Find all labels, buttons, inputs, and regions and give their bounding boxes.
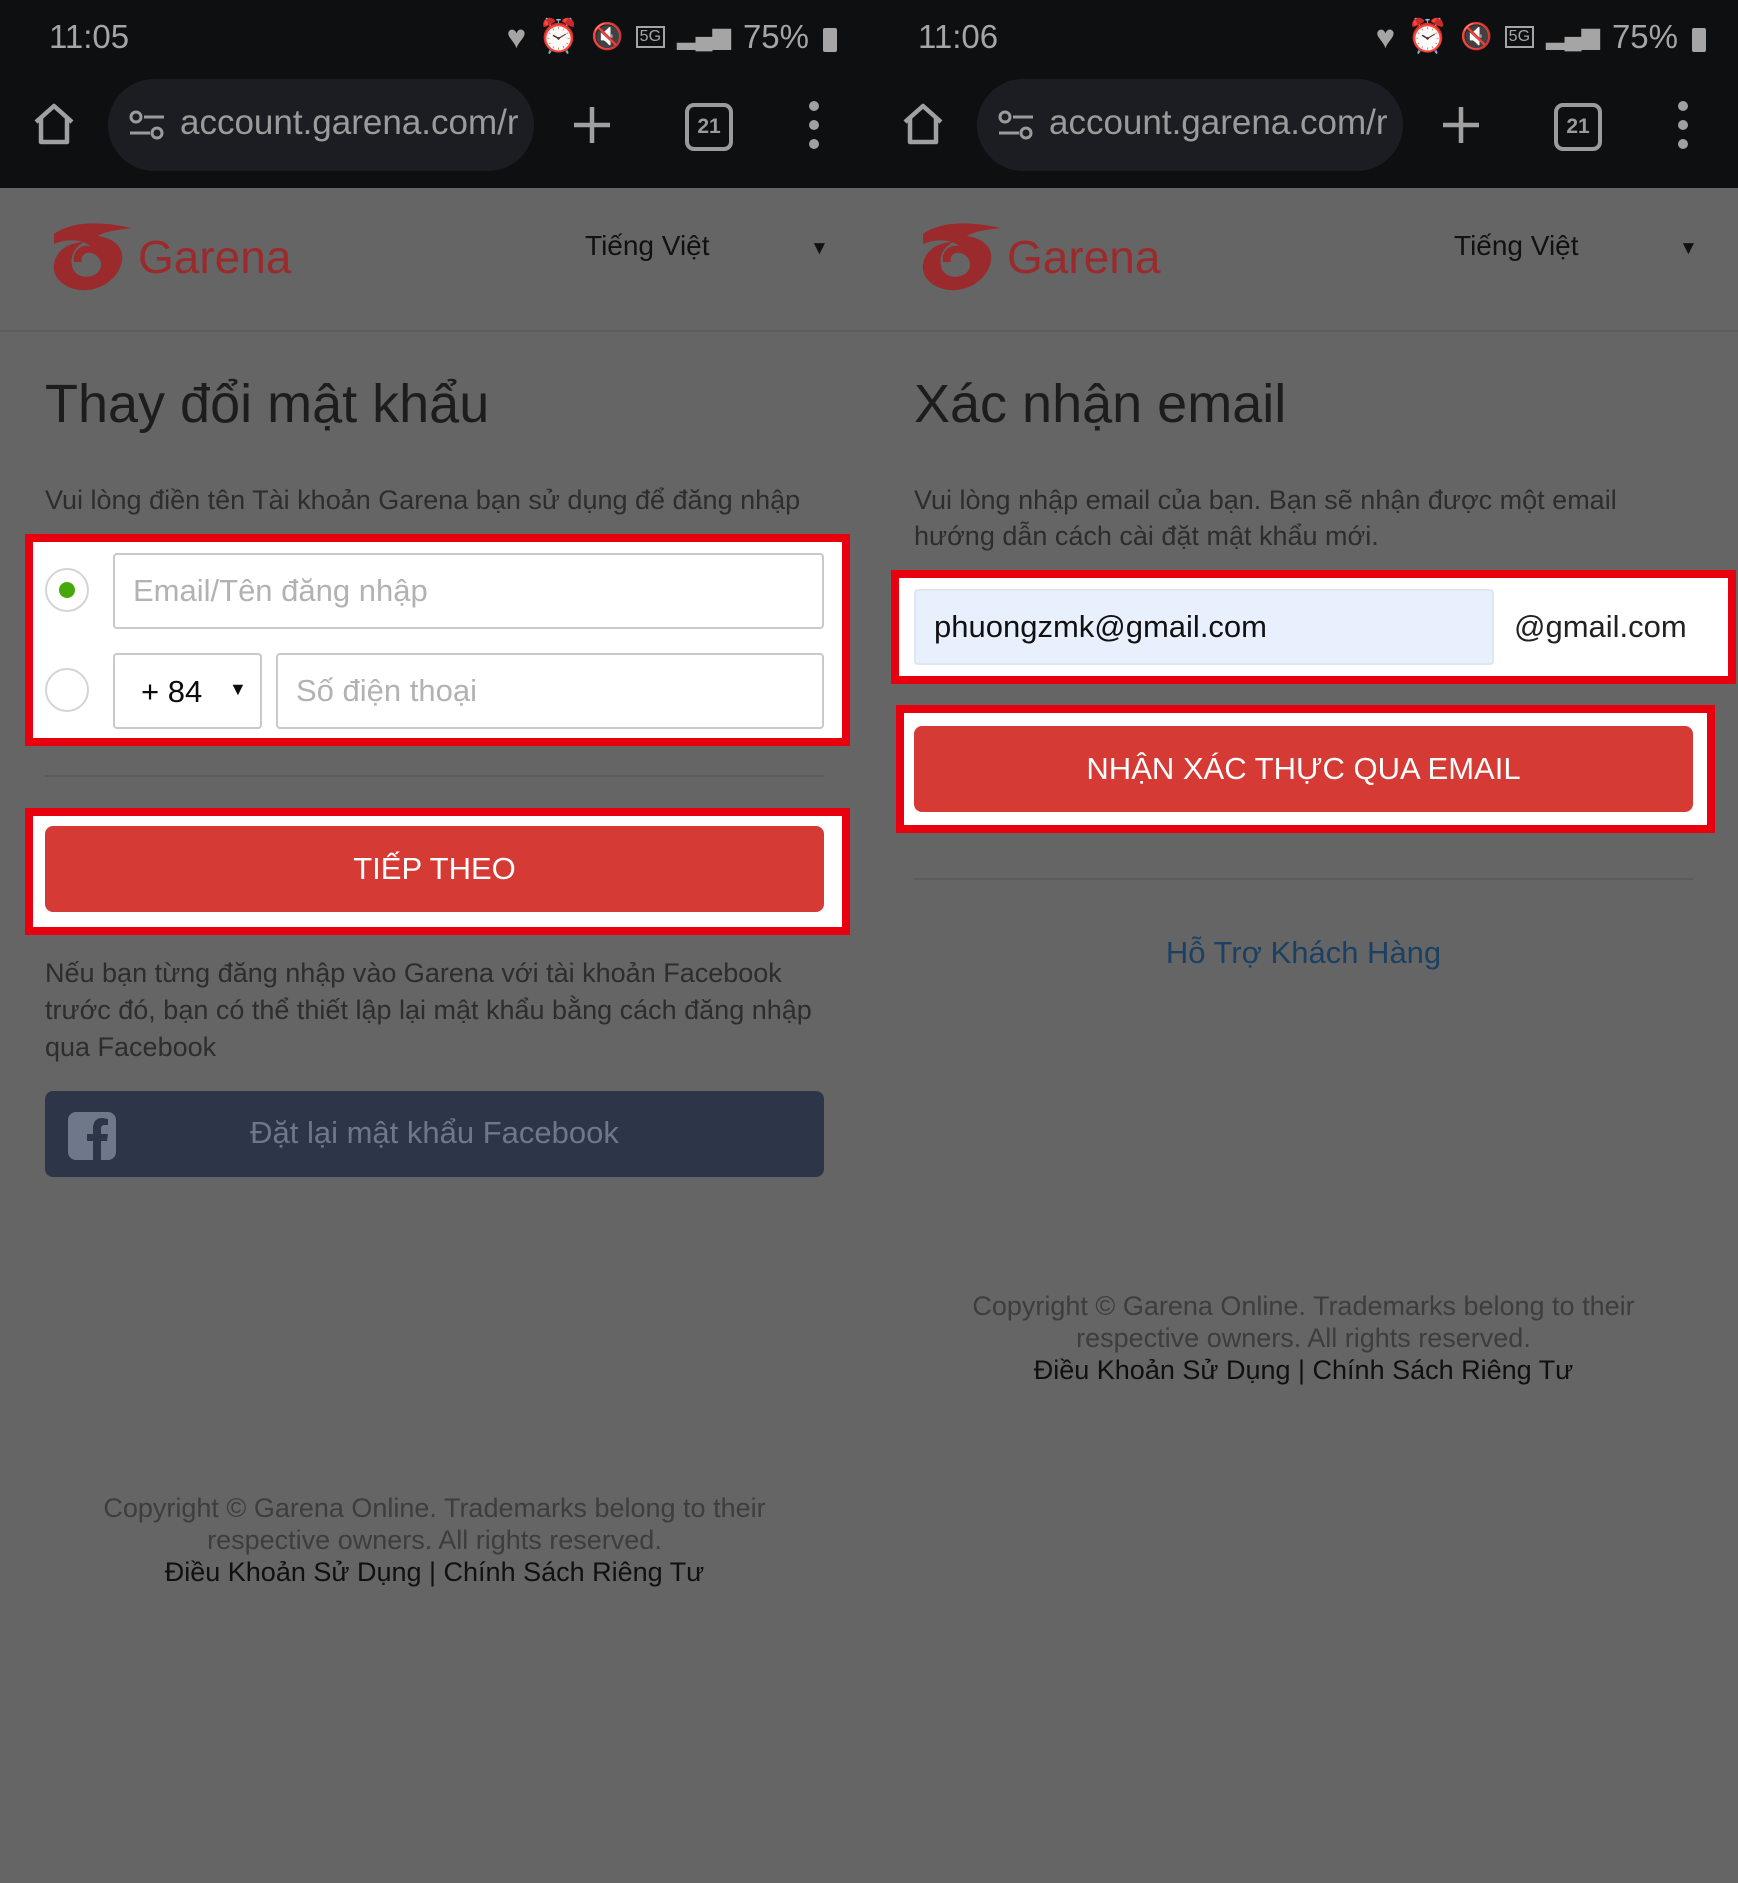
more-menu-icon[interactable] bbox=[1674, 99, 1692, 151]
page-description: Vui lòng điền tên Tài khoản Garena bạn s… bbox=[45, 485, 801, 515]
tab-switcher-button[interactable]: 21 bbox=[1554, 103, 1602, 151]
heart-icon: ♥ bbox=[506, 17, 527, 55]
email-radio[interactable] bbox=[45, 568, 89, 612]
footer-links: Điều Khoản Sử Dụng | Chính Sách Riêng Tư bbox=[869, 1354, 1738, 1386]
facebook-reset-button[interactable]: Đặt lại mật khẩu Facebook bbox=[45, 1091, 824, 1177]
site-settings-icon[interactable] bbox=[997, 109, 1035, 141]
browser-toolbar: account.garena.com/r 21 bbox=[0, 76, 869, 188]
phone-radio[interactable] bbox=[45, 668, 89, 712]
footer-separator: | bbox=[1290, 1355, 1313, 1385]
left-screenshot: 11:05 ♥ ⏰ 🔇 5G ▂▄▆ 75% account.garena.co… bbox=[0, 0, 869, 1883]
battery-icon bbox=[1692, 27, 1706, 52]
divider bbox=[45, 775, 824, 777]
next-button[interactable]: TIẾP THEO bbox=[45, 826, 824, 912]
battery-percent: 75% bbox=[1611, 17, 1678, 55]
language-select[interactable]: Tiếng Việt bbox=[1454, 230, 1579, 262]
copyright-line2: respective owners. All rights reserved. bbox=[207, 1525, 662, 1555]
radio-selected-dot bbox=[59, 582, 75, 598]
more-menu-icon[interactable] bbox=[805, 99, 823, 151]
phone-input[interactable]: Số điện thoại bbox=[276, 653, 824, 729]
country-code-select[interactable]: + 84 ▼ bbox=[113, 653, 262, 729]
customer-support-link[interactable]: Hỗ Trợ Khách Hàng bbox=[869, 935, 1738, 971]
status-icons: ♥ ⏰ 🔇 5G ▂▄▆ 75% bbox=[1376, 17, 1706, 56]
url-text: account.garena.com/r bbox=[180, 103, 519, 142]
copyright-line2: respective owners. All rights reserved. bbox=[1076, 1323, 1531, 1353]
language-select[interactable]: Tiếng Việt bbox=[585, 230, 710, 262]
mute-icon: 🔇 bbox=[591, 21, 624, 51]
country-code-value: + 84 bbox=[141, 674, 203, 709]
footer-links: Điều Khoản Sử Dụng | Chính Sách Riêng Tư bbox=[0, 1556, 869, 1588]
dropdown-arrow-icon[interactable]: ▼ bbox=[1679, 238, 1698, 260]
garena-dragon-icon bbox=[53, 223, 132, 291]
privacy-link[interactable]: Chính Sách Riêng Tư bbox=[1313, 1355, 1574, 1385]
new-tab-icon[interactable] bbox=[1439, 103, 1483, 147]
email-domain-suffix: @gmail.com bbox=[1514, 609, 1687, 644]
alarm-icon: ⏰ bbox=[538, 17, 580, 54]
address-bar[interactable]: account.garena.com/r bbox=[977, 79, 1403, 171]
network-type: 5G bbox=[635, 25, 666, 48]
terms-link[interactable]: Điều Khoản Sử Dụng bbox=[1034, 1355, 1291, 1385]
email-verify-button[interactable]: NHẬN XÁC THỰC QUA EMAIL bbox=[914, 726, 1693, 812]
alarm-icon: ⏰ bbox=[1407, 17, 1449, 54]
footer: Copyright © Garena Online. Trademarks be… bbox=[869, 1290, 1738, 1386]
dropdown-arrow-icon[interactable]: ▼ bbox=[810, 238, 829, 260]
page-title: Xác nhận email bbox=[914, 374, 1287, 434]
page-title: Thay đổi mật khẩu bbox=[45, 374, 490, 434]
heart-icon: ♥ bbox=[1375, 17, 1396, 55]
garena-logo[interactable]: Garena bbox=[913, 220, 1160, 294]
country-dropdown-icon: ▼ bbox=[229, 679, 247, 699]
privacy-link[interactable]: Chính Sách Riêng Tư bbox=[444, 1557, 705, 1587]
footer-separator: | bbox=[421, 1557, 444, 1587]
address-bar[interactable]: account.garena.com/r bbox=[108, 79, 534, 171]
status-time: 11:06 bbox=[918, 18, 999, 55]
signal-icon: ▂▄▆ bbox=[677, 23, 731, 50]
logo-text: Garena bbox=[138, 231, 292, 283]
mute-icon: 🔇 bbox=[1460, 21, 1493, 51]
page-description: Vui lòng nhập email của bạn. Bạn sẽ nhận… bbox=[914, 485, 1617, 551]
url-text: account.garena.com/r bbox=[1049, 103, 1388, 142]
site-settings-icon[interactable] bbox=[128, 109, 166, 141]
facebook-note: Nếu bạn từng đăng nhập vào Garena với tà… bbox=[45, 958, 812, 1062]
tab-switcher-button[interactable]: 21 bbox=[685, 103, 733, 151]
battery-percent: 75% bbox=[742, 17, 809, 55]
browser-toolbar: account.garena.com/r 21 bbox=[869, 76, 1738, 188]
footer: Copyright © Garena Online. Trademarks be… bbox=[0, 1492, 869, 1588]
garena-dragon-icon bbox=[922, 223, 1001, 291]
garena-logo[interactable]: Garena bbox=[44, 220, 291, 294]
status-icons: ♥ ⏰ 🔇 5G ▂▄▆ 75% bbox=[507, 17, 837, 56]
terms-link[interactable]: Điều Khoản Sử Dụng bbox=[165, 1557, 422, 1587]
battery-icon bbox=[823, 27, 837, 52]
status-time: 11:05 bbox=[49, 18, 130, 55]
site-header: Garena Tiếng Việt ▼ bbox=[0, 188, 869, 332]
divider bbox=[914, 878, 1693, 880]
status-bar: 11:06 ♥ ⏰ 🔇 5G ▂▄▆ 75% bbox=[869, 0, 1738, 76]
copyright-line1: Copyright © Garena Online. Trademarks be… bbox=[972, 1291, 1635, 1321]
network-type: 5G bbox=[1504, 25, 1535, 48]
logo-text: Garena bbox=[1007, 231, 1161, 283]
right-screenshot: 11:06 ♥ ⏰ 🔇 5G ▂▄▆ 75% account.garena.co… bbox=[869, 0, 1738, 1883]
site-header: Garena Tiếng Việt ▼ bbox=[869, 188, 1738, 332]
copyright-line1: Copyright © Garena Online. Trademarks be… bbox=[103, 1493, 766, 1523]
home-icon[interactable] bbox=[899, 100, 947, 148]
email-username-input[interactable]: Email/Tên đăng nhập bbox=[113, 553, 824, 629]
signal-icon: ▂▄▆ bbox=[1546, 23, 1600, 50]
facebook-button-label: Đặt lại mật khẩu Facebook bbox=[250, 1115, 619, 1150]
email-input[interactable]: phuongzmk@gmail.com bbox=[914, 589, 1494, 665]
new-tab-icon[interactable] bbox=[570, 103, 614, 147]
status-bar: 11:05 ♥ ⏰ 🔇 5G ▂▄▆ 75% bbox=[0, 0, 869, 76]
home-icon[interactable] bbox=[30, 100, 78, 148]
